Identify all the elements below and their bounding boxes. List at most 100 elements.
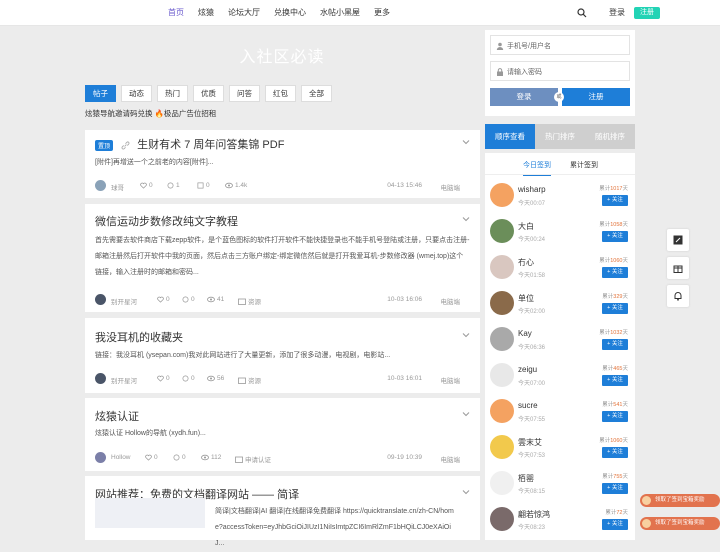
float-gift-button[interactable]	[667, 257, 689, 279]
post-tabs: 帖子 动态 热门 优质 问答 红包 全部	[85, 85, 337, 102]
nav-item[interactable]: 炫猿	[198, 0, 214, 26]
follow-button[interactable]: + 关注	[602, 483, 628, 494]
avatar[interactable]	[95, 452, 106, 463]
follow-button[interactable]: + 关注	[602, 411, 628, 422]
follow-button[interactable]: + 关注	[602, 447, 628, 458]
search-icon[interactable]	[577, 8, 587, 18]
register-button[interactable]: 注册	[562, 88, 630, 106]
tab-3[interactable]: 优质	[193, 85, 224, 102]
like-count[interactable]: 0	[157, 296, 170, 303]
avatar[interactable]	[490, 291, 514, 315]
comment-count[interactable]: 0	[182, 375, 195, 382]
follow-button[interactable]: + 关注	[602, 195, 628, 206]
chevron-down-icon[interactable]	[462, 331, 470, 339]
follow-button[interactable]: + 关注	[602, 303, 628, 314]
tab-6[interactable]: 全部	[301, 85, 332, 102]
follow-button[interactable]: + 关注	[602, 231, 628, 242]
post-author[interactable]: Hollow	[111, 454, 131, 461]
nav-item[interactable]: 首页	[168, 0, 184, 26]
comment-count[interactable]: 0	[173, 454, 186, 461]
nav-item[interactable]: 更多	[374, 0, 390, 26]
tab-4[interactable]: 问答	[229, 85, 260, 102]
register-button[interactable]: 注册	[634, 7, 660, 19]
post-author[interactable]: 球哥	[111, 182, 124, 192]
post-thumbnail[interactable]	[95, 498, 205, 528]
sort-tab[interactable]: 热门排序	[535, 124, 585, 149]
password-field[interactable]: 请输入密码	[490, 61, 630, 81]
signin-time: 今天08:23	[518, 525, 546, 531]
signin-user[interactable]: 雲末艾	[518, 437, 542, 448]
login-button[interactable]: 登录	[490, 88, 558, 106]
post-card[interactable]: 我没耳机的收藏夹 链接：我没耳机 (ysepan.com)我对此网站进行了大量更…	[85, 318, 480, 393]
signin-user[interactable]: sucre	[518, 401, 538, 410]
tab-today-signin[interactable]: 今日签到	[523, 160, 551, 176]
post-card[interactable]: 网站推荐：免费的文档翻译网站 —— 简译 简译|文档翻译|AI 翻译|在线翻译免…	[85, 476, 480, 547]
chevron-down-icon[interactable]	[462, 215, 470, 223]
follow-button[interactable]: + 关注	[602, 267, 628, 278]
post-tag[interactable]: 资源	[238, 296, 261, 306]
reward-toast: 领取了签到宝箱奖励	[640, 494, 720, 507]
chevron-down-icon[interactable]	[462, 410, 470, 418]
post-author[interactable]: 别开星河	[111, 375, 137, 385]
avatar[interactable]	[95, 373, 106, 384]
post-time: 10-03 16:06	[387, 296, 422, 303]
nav-item[interactable]: 兑换中心	[274, 0, 306, 26]
signin-user[interactable]: 单位	[518, 293, 534, 304]
post-title[interactable]: 我没耳机的收藏夹	[95, 329, 183, 345]
post-title[interactable]: 炫猿认证	[95, 408, 139, 424]
follow-button[interactable]: + 关注	[602, 375, 628, 386]
signin-user[interactable]: zeigu	[518, 365, 537, 374]
avatar[interactable]	[490, 219, 514, 243]
like-count[interactable]: 0	[140, 182, 153, 189]
sort-tab[interactable]: 随机排序	[585, 124, 635, 149]
follow-button[interactable]: + 关注	[602, 519, 628, 530]
post-time: 10-03 16:01	[387, 375, 422, 382]
post-card[interactable]: 炫猿认证 炫猿认证 Hollow的导航 (xydh.fun)... Hollow…	[85, 398, 480, 471]
username-field[interactable]: 手机号/用户名	[490, 35, 630, 55]
like-count[interactable]: 0	[145, 454, 158, 461]
post-card[interactable]: 微信运动步数修改纯文字教程 首先需要去软件商店下载zepp软件，是个蓝色图标的软…	[85, 204, 480, 312]
avatar[interactable]	[490, 471, 514, 495]
sort-tab[interactable]: 顺序查看	[485, 124, 535, 149]
folder-icon	[238, 298, 246, 305]
chevron-down-icon[interactable]	[462, 138, 470, 146]
post-tag[interactable]: 申请认证	[235, 454, 271, 464]
signin-user[interactable]: 冇心	[518, 257, 534, 268]
avatar[interactable]	[490, 399, 514, 423]
tab-2[interactable]: 热门	[157, 85, 188, 102]
post-title[interactable]: 生财有术 7 周年问答集锦 PDF	[137, 139, 284, 151]
signin-user[interactable]: wisharp	[518, 185, 546, 194]
avatar[interactable]	[95, 180, 106, 191]
post-author[interactable]: 别开星河	[111, 296, 137, 306]
post-card[interactable]: 置顶 生财有术 7 周年问答集锦 PDF [附件]再增送一个之前老的内容[附件]…	[85, 130, 480, 198]
folder-icon	[238, 377, 246, 384]
chevron-down-icon[interactable]	[462, 488, 470, 496]
post-title[interactable]: 微信运动步数修改纯文字教程	[95, 213, 238, 229]
float-bell-button[interactable]	[667, 285, 689, 307]
comment-count[interactable]: 1	[167, 182, 180, 189]
tab-1[interactable]: 动态	[121, 85, 152, 102]
avatar[interactable]	[490, 507, 514, 531]
nav-item[interactable]: 水帖小黑屋	[320, 0, 360, 26]
like-count[interactable]: 0	[157, 375, 170, 382]
signin-user[interactable]: Kay	[518, 329, 532, 338]
avatar[interactable]	[490, 363, 514, 387]
float-edit-button[interactable]	[667, 229, 689, 251]
comment-count[interactable]: 0	[182, 296, 195, 303]
avatar[interactable]	[490, 435, 514, 459]
avatar[interactable]	[490, 255, 514, 279]
follow-button[interactable]: + 关注	[602, 339, 628, 350]
announcement[interactable]: 炫猿导航邀请码兑换 🔥极品广告位招租	[85, 108, 216, 119]
tab-total-signin[interactable]: 累计签到	[570, 160, 598, 170]
signin-user[interactable]: 大白	[518, 221, 534, 232]
login-link[interactable]: 登录	[609, 0, 625, 26]
post-tag[interactable]: 资源	[238, 375, 261, 385]
signin-user[interactable]: 栢罂	[518, 473, 534, 484]
tab-0[interactable]: 帖子	[85, 85, 116, 102]
nav-item[interactable]: 论坛大厅	[228, 0, 260, 26]
tab-5[interactable]: 红包	[265, 85, 296, 102]
avatar[interactable]	[95, 294, 106, 305]
signin-user[interactable]: 翩若惊鸿	[518, 509, 550, 520]
avatar[interactable]	[490, 183, 514, 207]
avatar[interactable]	[490, 327, 514, 351]
